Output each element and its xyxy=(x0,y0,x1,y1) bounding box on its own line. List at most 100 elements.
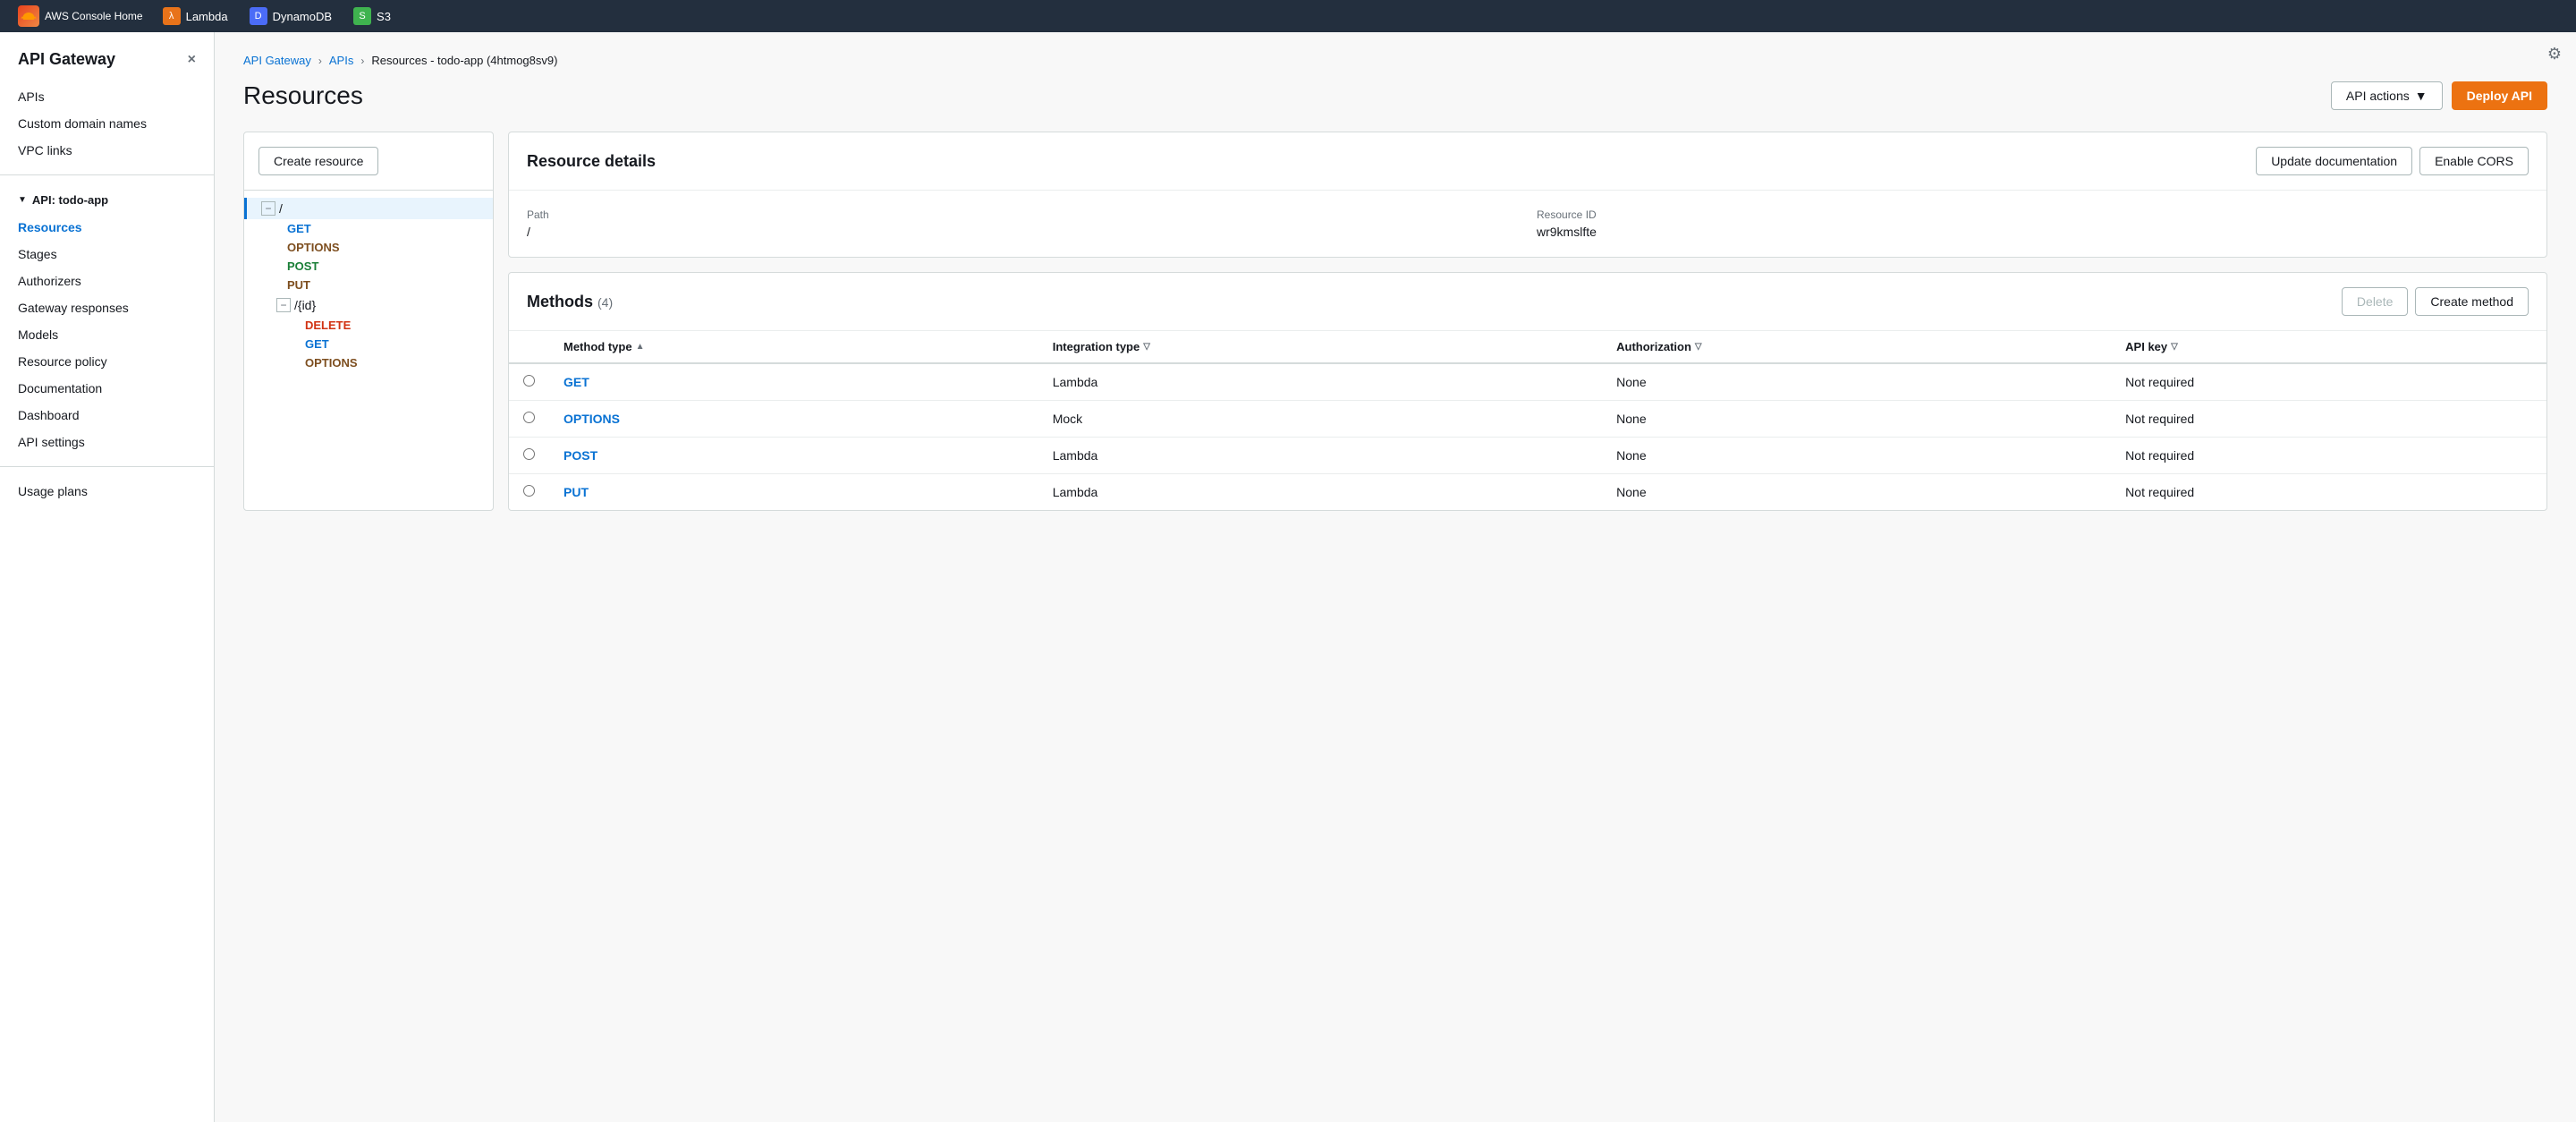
app-layout: API Gateway × APIs Custom domain names V… xyxy=(0,32,2576,1122)
settings-icon[interactable]: ⚙ xyxy=(2547,45,2562,64)
main-content: API Gateway › APIs › Resources - todo-ap… xyxy=(215,32,2576,1122)
sidebar-divider-1 xyxy=(0,174,214,175)
table-row: GET Lambda None Not required xyxy=(509,363,2546,401)
row-2-radio[interactable] xyxy=(523,412,535,423)
api-section-chevron: ▼ xyxy=(18,195,27,205)
row-1-api-key: Not required xyxy=(2111,363,2546,401)
breadcrumb-api-gateway[interactable]: API Gateway xyxy=(243,54,311,67)
methods-card: Methods (4) Delete Create method xyxy=(508,272,2547,511)
breadcrumb-apis[interactable]: APIs xyxy=(329,54,353,67)
authorization-sort-icon: ▽ xyxy=(1695,342,1702,352)
expand-icon-id: − xyxy=(276,298,291,312)
aws-console-home-button[interactable]: AWS Console Home xyxy=(11,2,150,30)
row-4-authorization: None xyxy=(1602,474,2111,511)
enable-cors-button[interactable]: Enable CORS xyxy=(2419,147,2529,175)
sidebar-item-resource-policy[interactable]: Resource policy xyxy=(0,348,214,375)
sidebar-api-section: ▼ API: todo-app xyxy=(0,186,214,214)
row-2-select xyxy=(509,401,549,438)
path-value: / xyxy=(527,225,1519,239)
get-method-link[interactable]: GET xyxy=(564,375,589,389)
sidebar-item-stages[interactable]: Stages xyxy=(0,241,214,268)
sidebar-item-dashboard[interactable]: Dashboard xyxy=(0,402,214,429)
post-method-link[interactable]: POST xyxy=(564,448,597,463)
method-type-sort-icon: ▲ xyxy=(636,342,645,352)
sidebar-item-apis[interactable]: APIs xyxy=(0,83,214,110)
sidebar-item-authorizers[interactable]: Authorizers xyxy=(0,268,214,294)
details-grid: Path / Resource ID wr9kmslfte xyxy=(527,208,2529,239)
method-item-id-delete[interactable]: DELETE xyxy=(244,316,493,335)
sidebar-item-custom-domain-names[interactable]: Custom domain names xyxy=(0,110,214,137)
methods-title: Methods (4) xyxy=(527,293,613,310)
console-home-label: AWS Console Home xyxy=(45,10,143,22)
sidebar-item-usage-plans[interactable]: Usage plans xyxy=(0,478,214,505)
breadcrumb-sep-1: › xyxy=(318,55,322,67)
resource-details-title: Resource details xyxy=(527,152,656,171)
row-3-radio[interactable] xyxy=(523,448,535,460)
create-resource-button[interactable]: Create resource xyxy=(258,147,378,175)
right-panel: Resource details Update documentation En… xyxy=(508,132,2547,511)
sidebar-item-documentation[interactable]: Documentation xyxy=(0,375,214,402)
col-integration-type[interactable]: Integration type ▽ xyxy=(1038,331,1602,363)
sidebar-close-button[interactable]: × xyxy=(188,52,196,68)
method-item-root-post[interactable]: POST xyxy=(244,257,493,276)
aws-logo-icon xyxy=(18,5,39,27)
path-detail: Path / xyxy=(527,208,1519,239)
method-item-id-options[interactable]: OPTIONS xyxy=(244,353,493,372)
resource-item-id[interactable]: − /{id} xyxy=(244,294,493,316)
resource-details-actions: Update documentation Enable CORS xyxy=(2256,147,2529,175)
delete-method-button[interactable]: Delete xyxy=(2342,287,2408,316)
api-actions-button[interactable]: API actions ▼ xyxy=(2331,81,2443,110)
resource-details-header: Resource details Update documentation En… xyxy=(509,132,2546,191)
sidebar-title-container: API Gateway × xyxy=(0,50,214,83)
row-1-method: GET xyxy=(549,363,1038,401)
method-item-root-put[interactable]: PUT xyxy=(244,276,493,294)
col-api-key[interactable]: API key ▽ xyxy=(2111,331,2546,363)
s3-label: S3 xyxy=(377,10,391,23)
sidebar-item-api-settings[interactable]: API settings xyxy=(0,429,214,455)
row-4-api-key: Not required xyxy=(2111,474,2546,511)
methods-table-head: Method type ▲ Integration type ▽ xyxy=(509,331,2546,363)
update-documentation-button[interactable]: Update documentation xyxy=(2256,147,2412,175)
row-4-radio[interactable] xyxy=(523,485,535,497)
resource-tree-panel: Create resource − / GET OPTIONS POST PUT xyxy=(243,132,494,511)
row-3-method: POST xyxy=(549,438,1038,474)
method-item-root-options[interactable]: OPTIONS xyxy=(244,238,493,257)
options-method-link[interactable]: OPTIONS xyxy=(564,412,620,426)
resource-id-label: Resource ID xyxy=(1537,208,2529,221)
sidebar-item-gateway-responses[interactable]: Gateway responses xyxy=(0,294,214,321)
s3-nav-btn[interactable]: S S3 xyxy=(344,4,400,29)
lambda-nav-btn[interactable]: λ Lambda xyxy=(154,4,237,29)
put-method-link[interactable]: PUT xyxy=(564,485,589,499)
root-path-label: / xyxy=(279,201,283,216)
header-actions: API actions ▼ Deploy API xyxy=(2331,81,2547,110)
resource-id-detail: Resource ID wr9kmslfte xyxy=(1537,208,2529,239)
row-2-integration: Mock xyxy=(1038,401,1602,438)
col-method-type[interactable]: Method type ▲ xyxy=(549,331,1038,363)
deploy-api-button[interactable]: Deploy API xyxy=(2452,81,2547,110)
methods-header: Methods (4) Delete Create method xyxy=(509,273,2546,331)
dynamodb-nav-btn[interactable]: D DynamoDB xyxy=(241,4,341,29)
methods-table-body: GET Lambda None Not required xyxy=(509,363,2546,510)
col-authorization[interactable]: Authorization ▽ xyxy=(1602,331,2111,363)
table-row: PUT Lambda None Not required xyxy=(509,474,2546,511)
row-3-select xyxy=(509,438,549,474)
resource-item-root[interactable]: − / xyxy=(244,198,493,219)
row-2-method: OPTIONS xyxy=(549,401,1038,438)
sidebar-item-models[interactable]: Models xyxy=(0,321,214,348)
row-3-authorization: None xyxy=(1602,438,2111,474)
sidebar-item-vpc-links[interactable]: VPC links xyxy=(0,137,214,164)
method-item-id-get[interactable]: GET xyxy=(244,335,493,353)
resource-tree-content: − / GET OPTIONS POST PUT − /{id} DELETE xyxy=(244,191,493,379)
dynamodb-label: DynamoDB xyxy=(273,10,332,23)
lambda-label: Lambda xyxy=(186,10,228,23)
sidebar-item-resources[interactable]: Resources xyxy=(0,214,214,241)
row-4-integration: Lambda xyxy=(1038,474,1602,511)
row-1-radio[interactable] xyxy=(523,375,535,387)
methods-actions: Delete Create method xyxy=(2342,287,2529,316)
breadcrumb-current: Resources - todo-app (4htmog8sv9) xyxy=(371,54,557,67)
s3-icon: S xyxy=(353,7,371,25)
method-item-root-get[interactable]: GET xyxy=(244,219,493,238)
content-panels: Create resource − / GET OPTIONS POST PUT xyxy=(243,132,2547,511)
create-method-button[interactable]: Create method xyxy=(2415,287,2529,316)
table-row: OPTIONS Mock None Not required xyxy=(509,401,2546,438)
